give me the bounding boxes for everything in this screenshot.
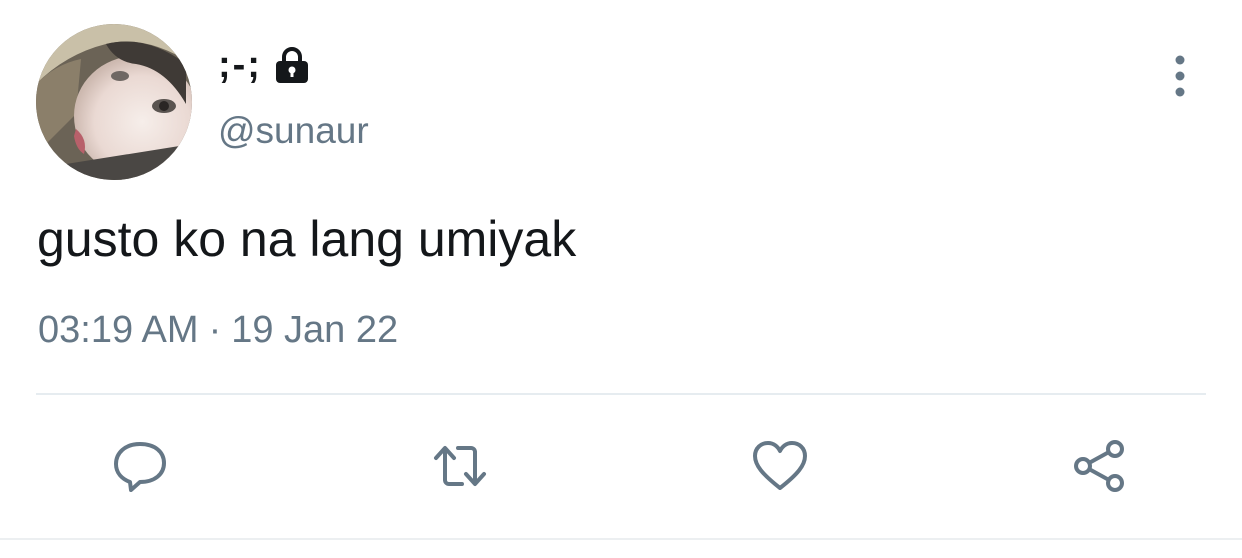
display-name[interactable]: ;-;: [218, 44, 262, 87]
more-vertical-icon[interactable]: [1160, 52, 1200, 102]
tweet-card: ;-; @sunaur gusto ko na lang umiyak 03:1…: [0, 0, 1242, 558]
heart-icon: [753, 441, 807, 490]
tweet-timestamp[interactable]: 03:19 AM · 19 Jan 22: [38, 309, 398, 352]
divider: [36, 393, 1206, 395]
avatar[interactable]: [36, 24, 192, 180]
lock-icon: [272, 45, 312, 85]
like-button[interactable]: [750, 436, 810, 496]
share-icon: [1074, 440, 1124, 492]
tweet-text: gusto ko na lang umiyak: [37, 211, 577, 267]
display-name-row: ;-;: [218, 40, 312, 90]
retweet-button[interactable]: [430, 436, 490, 496]
tweet-time: 03:19 AM: [38, 309, 199, 351]
bottom-divider: [0, 538, 1242, 540]
retweet-icon: [434, 446, 486, 486]
share-button[interactable]: [1070, 436, 1130, 496]
reply-icon: [114, 442, 166, 492]
meta-separator: ·: [208, 309, 222, 351]
reply-button[interactable]: [110, 436, 170, 496]
user-handle[interactable]: @sunaur: [218, 110, 369, 152]
tweet-date: 19 Jan 22: [231, 309, 399, 351]
